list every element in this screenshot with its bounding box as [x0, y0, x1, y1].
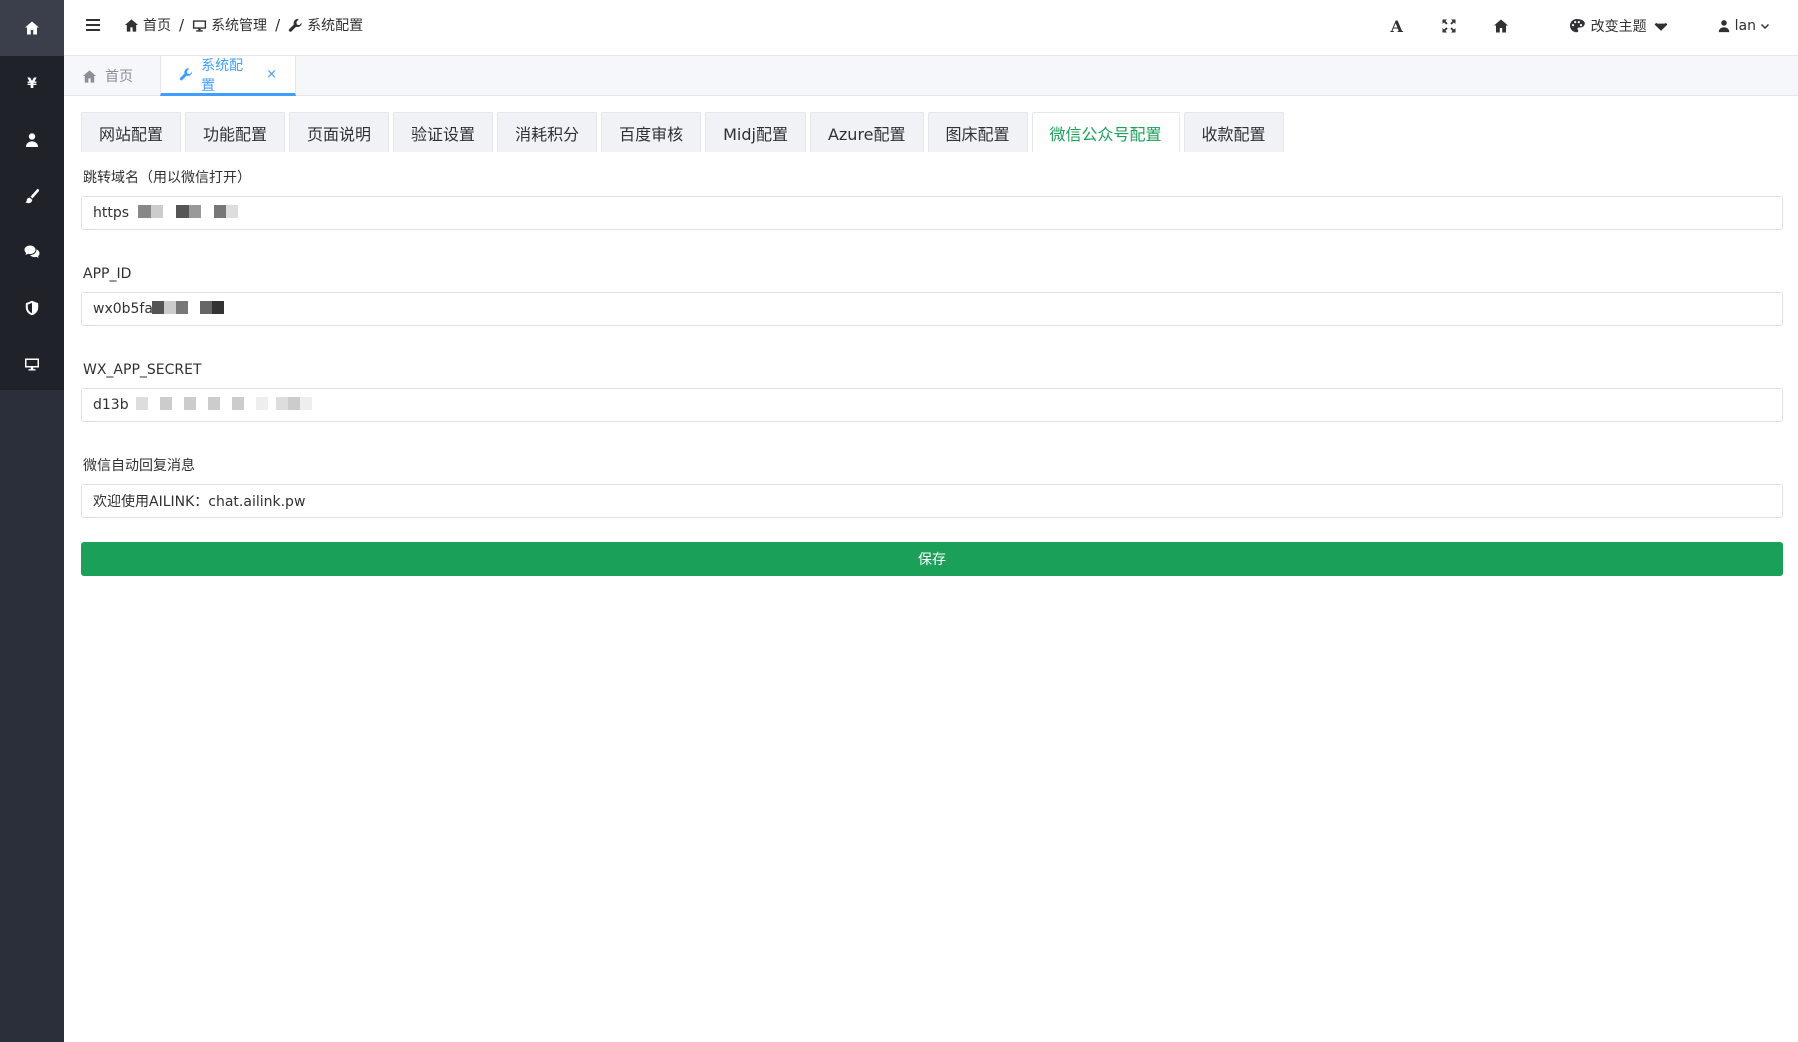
breadcrumb-separator: / — [179, 16, 185, 34]
monitor-icon — [193, 19, 207, 32]
shield-icon — [25, 300, 39, 316]
sidebar-item-billing[interactable]: ¥ — [0, 56, 64, 112]
page-tabs-bar: 首页 系统配置 × — [64, 56, 1798, 96]
home-icon — [1493, 19, 1508, 33]
breadcrumb-separator: / — [275, 16, 281, 34]
chevron-down-icon — [1760, 23, 1770, 30]
auto-reply-input[interactable] — [82, 485, 1782, 517]
breadcrumb: 首页 / 系统管理 / 系统配置 — [124, 0, 363, 50]
wrench-icon — [288, 18, 302, 32]
breadcrumb-label: 系统管理 — [211, 18, 268, 34]
yen-icon: ¥ — [27, 76, 37, 92]
user-name: lan — [1734, 18, 1756, 34]
home-icon — [25, 21, 39, 35]
sidebar-item-draw[interactable] — [0, 168, 64, 224]
top-header: 首页 / 系统管理 / 系统配置 A 改变主题 lan — [64, 0, 1798, 56]
redirect-domain-input[interactable] — [82, 197, 1782, 229]
tab-feature-config[interactable]: 功能配置 — [185, 112, 286, 152]
tab-image-hosting-config[interactable]: 图床配置 — [927, 112, 1028, 152]
tab-azure-config[interactable]: Azure配置 — [809, 112, 924, 152]
chevron-down-icon — [1654, 22, 1668, 31]
monitor-icon — [25, 358, 39, 371]
wechat-config-form: 跳转域名（用以微信打开） APP_ID WX_APP_SECRET — [81, 160, 1783, 576]
page-tab-system-config[interactable]: 系统配置 × — [160, 56, 296, 96]
breadcrumb-label: 系统配置 — [307, 18, 364, 34]
tab-website-config[interactable]: 网站配置 — [81, 112, 182, 152]
page-tab-label: 首页 — [105, 69, 133, 85]
breadcrumb-item-home[interactable]: 首页 — [124, 15, 171, 35]
home-button[interactable] — [1475, 0, 1527, 52]
app-id-input-wrap — [81, 292, 1783, 326]
palette-icon — [1569, 19, 1585, 33]
close-icon[interactable]: × — [266, 67, 277, 82]
app-id-input[interactable] — [82, 293, 1782, 325]
tab-points-consumption[interactable]: 消耗积分 — [497, 112, 598, 152]
field-label: 微信自动回复消息 — [83, 458, 195, 474]
sidebar-item-security[interactable] — [0, 280, 64, 336]
hamburger-icon[interactable] — [82, 16, 104, 38]
app-secret-input[interactable] — [82, 389, 1782, 421]
tab-midj-config[interactable]: Midj配置 — [705, 112, 806, 152]
theme-dropdown[interactable]: 改变主题 — [1569, 16, 1669, 36]
field-app-secret: WX_APP_SECRET — [81, 352, 1783, 422]
breadcrumb-item-system-config: 系统配置 — [288, 15, 363, 35]
home-icon — [82, 69, 97, 83]
field-label: WX_APP_SECRET — [83, 362, 202, 378]
field-label: 跳转域名（用以微信打开） — [83, 170, 251, 186]
wrench-icon — [179, 68, 193, 81]
brush-icon — [25, 188, 40, 204]
redirect-domain-input-wrap — [81, 196, 1783, 230]
app-secret-input-wrap — [81, 388, 1783, 422]
breadcrumb-item-system-management[interactable]: 系统管理 — [192, 15, 267, 35]
field-redirect-domain: 跳转域名（用以微信打开） — [81, 160, 1783, 230]
fullscreen-button[interactable] — [1423, 0, 1475, 52]
fullscreen-icon — [1442, 19, 1456, 33]
sidebar: ¥ — [0, 0, 64, 1042]
theme-label: 改变主题 — [1590, 19, 1647, 35]
user-icon — [1718, 20, 1729, 33]
page-tab-label: 系统配置 — [201, 57, 244, 94]
tab-verification-settings[interactable]: 验证设置 — [393, 112, 494, 152]
auto-reply-input-wrap — [81, 484, 1783, 518]
font-size-icon: A — [1390, 16, 1403, 36]
font-size-button[interactable]: A — [1371, 0, 1423, 52]
field-auto-reply: 微信自动回复消息 — [81, 448, 1783, 518]
config-tabs: 网站配置 功能配置 页面说明 验证设置 消耗积分 百度审核 Midj配置 Azu… — [81, 112, 1284, 152]
sidebar-item-home[interactable] — [0, 0, 64, 56]
breadcrumb-label: 首页 — [143, 18, 171, 34]
tab-page-description[interactable]: 页面说明 — [289, 112, 390, 152]
tab-wechat-official-config[interactable]: 微信公众号配置 — [1031, 112, 1180, 152]
home-icon — [124, 18, 139, 32]
save-button[interactable]: 保存 — [81, 542, 1783, 576]
user-dropdown[interactable]: lan — [1717, 18, 1770, 34]
chat-icon — [24, 245, 40, 258]
user-icon — [26, 133, 38, 147]
sidebar-item-chat[interactable] — [0, 224, 64, 280]
header-actions: A 改变主题 lan — [1371, 0, 1798, 52]
sidebar-item-system[interactable] — [0, 336, 64, 392]
tab-baidu-review[interactable]: 百度审核 — [601, 112, 702, 152]
field-label: APP_ID — [83, 266, 132, 282]
sidebar-item-users[interactable] — [0, 112, 64, 168]
tab-payment-config[interactable]: 收款配置 — [1183, 112, 1284, 152]
page-tab-home[interactable]: 首页 — [64, 56, 160, 96]
field-app-id: APP_ID — [81, 256, 1783, 326]
